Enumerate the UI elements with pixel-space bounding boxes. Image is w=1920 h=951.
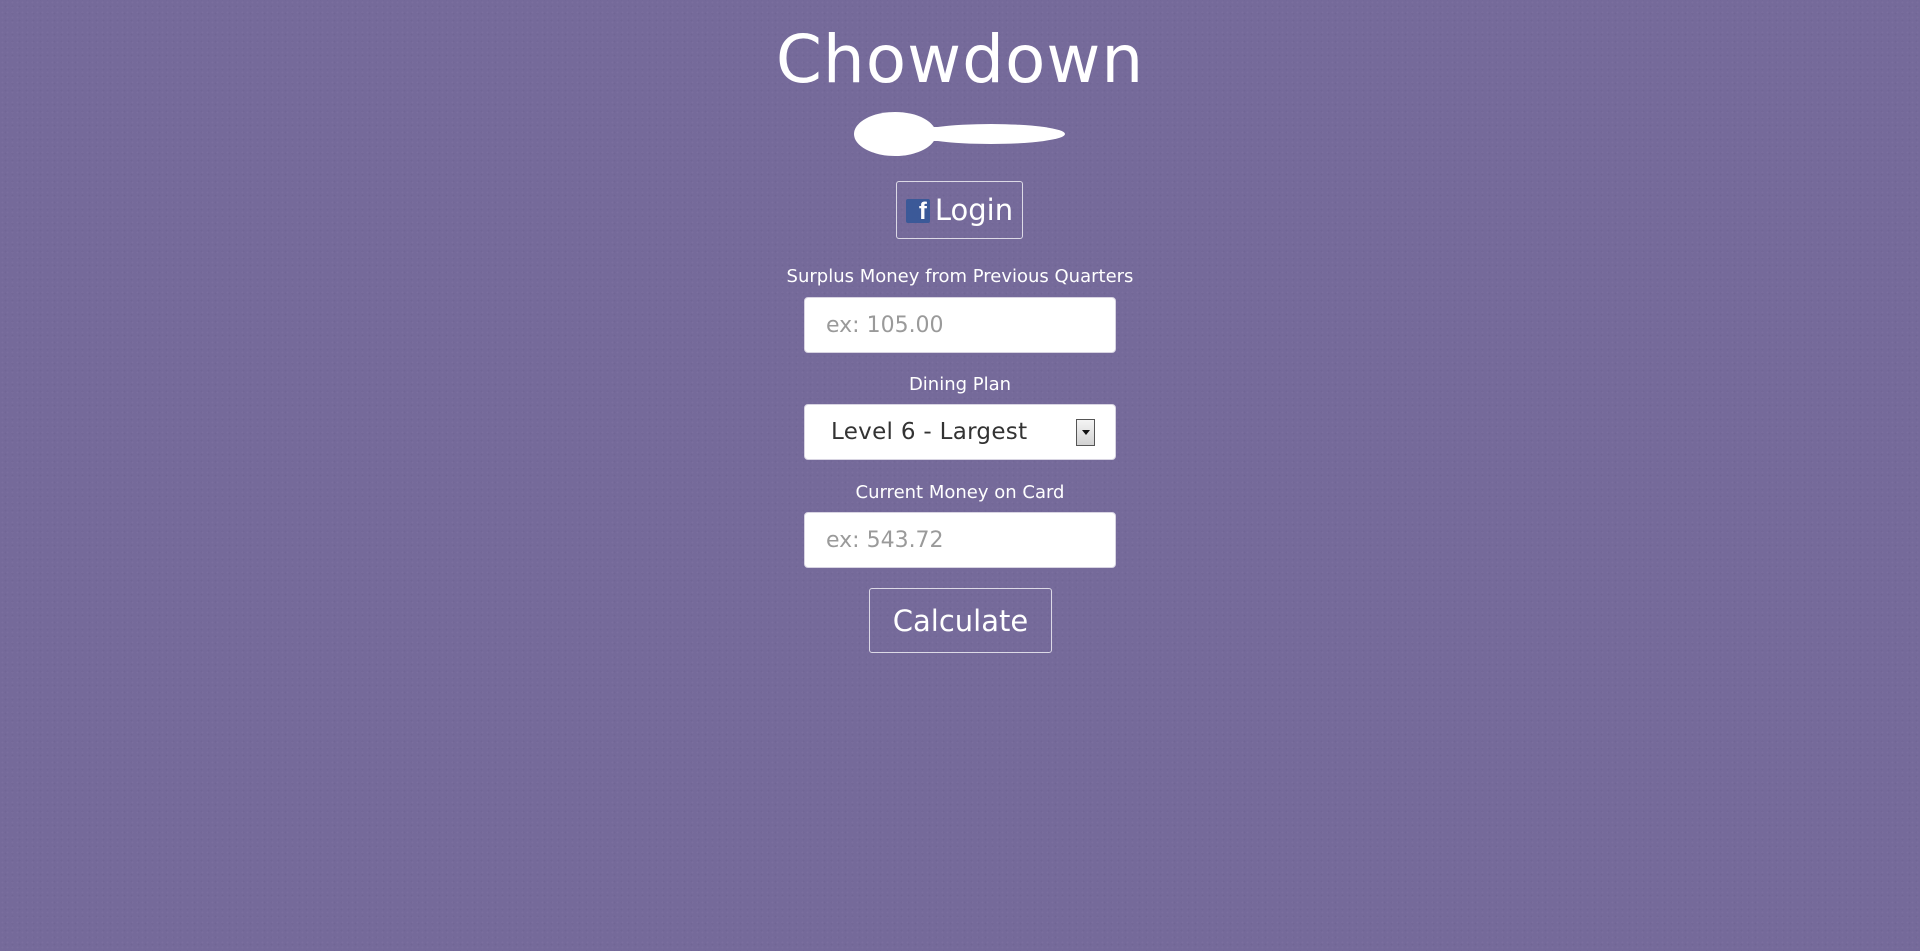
dining-plan-selected-value: Level 6 - Largest bbox=[831, 419, 1028, 445]
spoon-icon bbox=[854, 112, 1065, 156]
surplus-money-input[interactable] bbox=[804, 297, 1116, 353]
surplus-label: Surplus Money from Previous Quarters bbox=[786, 266, 1134, 287]
login-label: Login bbox=[934, 193, 1014, 227]
current-money-label: Current Money on Card bbox=[855, 482, 1065, 503]
dining-plan-label: Dining Plan bbox=[908, 374, 1012, 395]
app-title: Chowdown bbox=[775, 21, 1145, 98]
facebook-icon: f bbox=[905, 199, 930, 223]
dropdown-arrow-icon[interactable] bbox=[1076, 418, 1095, 446]
dining-plan-select[interactable]: Level 6 - Largest bbox=[804, 404, 1116, 460]
calculate-button[interactable]: Calculate bbox=[869, 588, 1052, 653]
chowdown-app: Chowdown f Login Surplus Money from Prev… bbox=[0, 0, 1920, 951]
facebook-login-button[interactable]: f Login bbox=[896, 181, 1023, 239]
current-money-input[interactable] bbox=[804, 512, 1116, 568]
